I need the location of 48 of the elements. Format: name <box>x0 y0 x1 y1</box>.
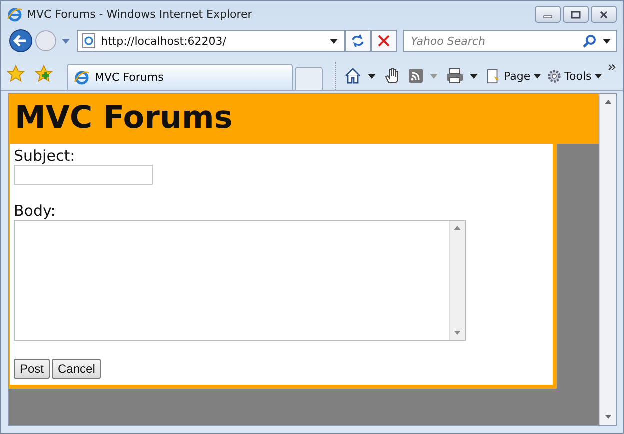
star-icon[interactable] <box>7 65 25 83</box>
form-button[interactable]: Post <box>14 359 50 379</box>
scroll-down-icon[interactable] <box>604 415 612 419</box>
page-icon <box>486 68 501 84</box>
scrollbar[interactable] <box>449 221 465 340</box>
caret-icon <box>534 74 541 78</box>
field-label: Body: <box>14 202 56 220</box>
dropdown-arrow-icon[interactable] <box>368 74 376 78</box>
close-icon <box>598 10 610 18</box>
refresh-icon <box>350 33 366 49</box>
url-text: http://localhost:62203/ <box>101 34 228 48</box>
feed-icon[interactable] <box>408 68 424 84</box>
scroll-up-icon[interactable] <box>454 226 461 230</box>
page-icon <box>82 33 96 49</box>
address-bar[interactable]: http://localhost:62203/ <box>77 30 345 52</box>
subject-field[interactable] <box>14 165 153 185</box>
toolbar-menu-button[interactable]: Tools <box>546 68 602 84</box>
toolbar-menu-button[interactable]: Page <box>486 68 541 84</box>
page-heading: MVC Forums <box>15 99 234 138</box>
browser-tab[interactable]: MVC Forums <box>67 64 293 90</box>
browser-logo-icon <box>7 6 23 22</box>
browser-logo-icon <box>74 70 90 86</box>
window-title: MVC Forums - Windows Internet Explorer <box>27 8 254 21</box>
add-favorite-icon[interactable] <box>35 65 53 83</box>
field-label: Subject: <box>14 147 76 165</box>
scroll-down-icon[interactable] <box>454 331 461 335</box>
dropdown-arrow-icon[interactable] <box>470 74 478 78</box>
close-icon <box>378 35 390 47</box>
stop-button[interactable] <box>371 30 397 52</box>
body-field[interactable] <box>14 220 466 341</box>
scroll-up-icon[interactable] <box>604 100 612 104</box>
back-button[interactable] <box>9 29 33 53</box>
dropdown-arrow-icon[interactable] <box>603 38 611 44</box>
scrollbar[interactable] <box>599 94 616 425</box>
search-icon[interactable] <box>583 34 597 48</box>
form-button[interactable]: Cancel <box>52 359 102 379</box>
search-box[interactable]: Yahoo Search <box>403 30 617 52</box>
close-button[interactable] <box>591 6 617 23</box>
maximize-button[interactable] <box>563 6 589 23</box>
caret-icon <box>594 74 602 78</box>
home-icon[interactable] <box>344 67 362 85</box>
maximize-icon <box>570 10 582 18</box>
printer-icon[interactable] <box>446 68 464 84</box>
chevron-icon[interactable] <box>608 64 617 71</box>
gear-icon <box>546 68 562 84</box>
refresh-button[interactable] <box>345 30 371 52</box>
dropdown-arrow-icon[interactable] <box>330 38 338 44</box>
circle-icon <box>35 30 57 52</box>
